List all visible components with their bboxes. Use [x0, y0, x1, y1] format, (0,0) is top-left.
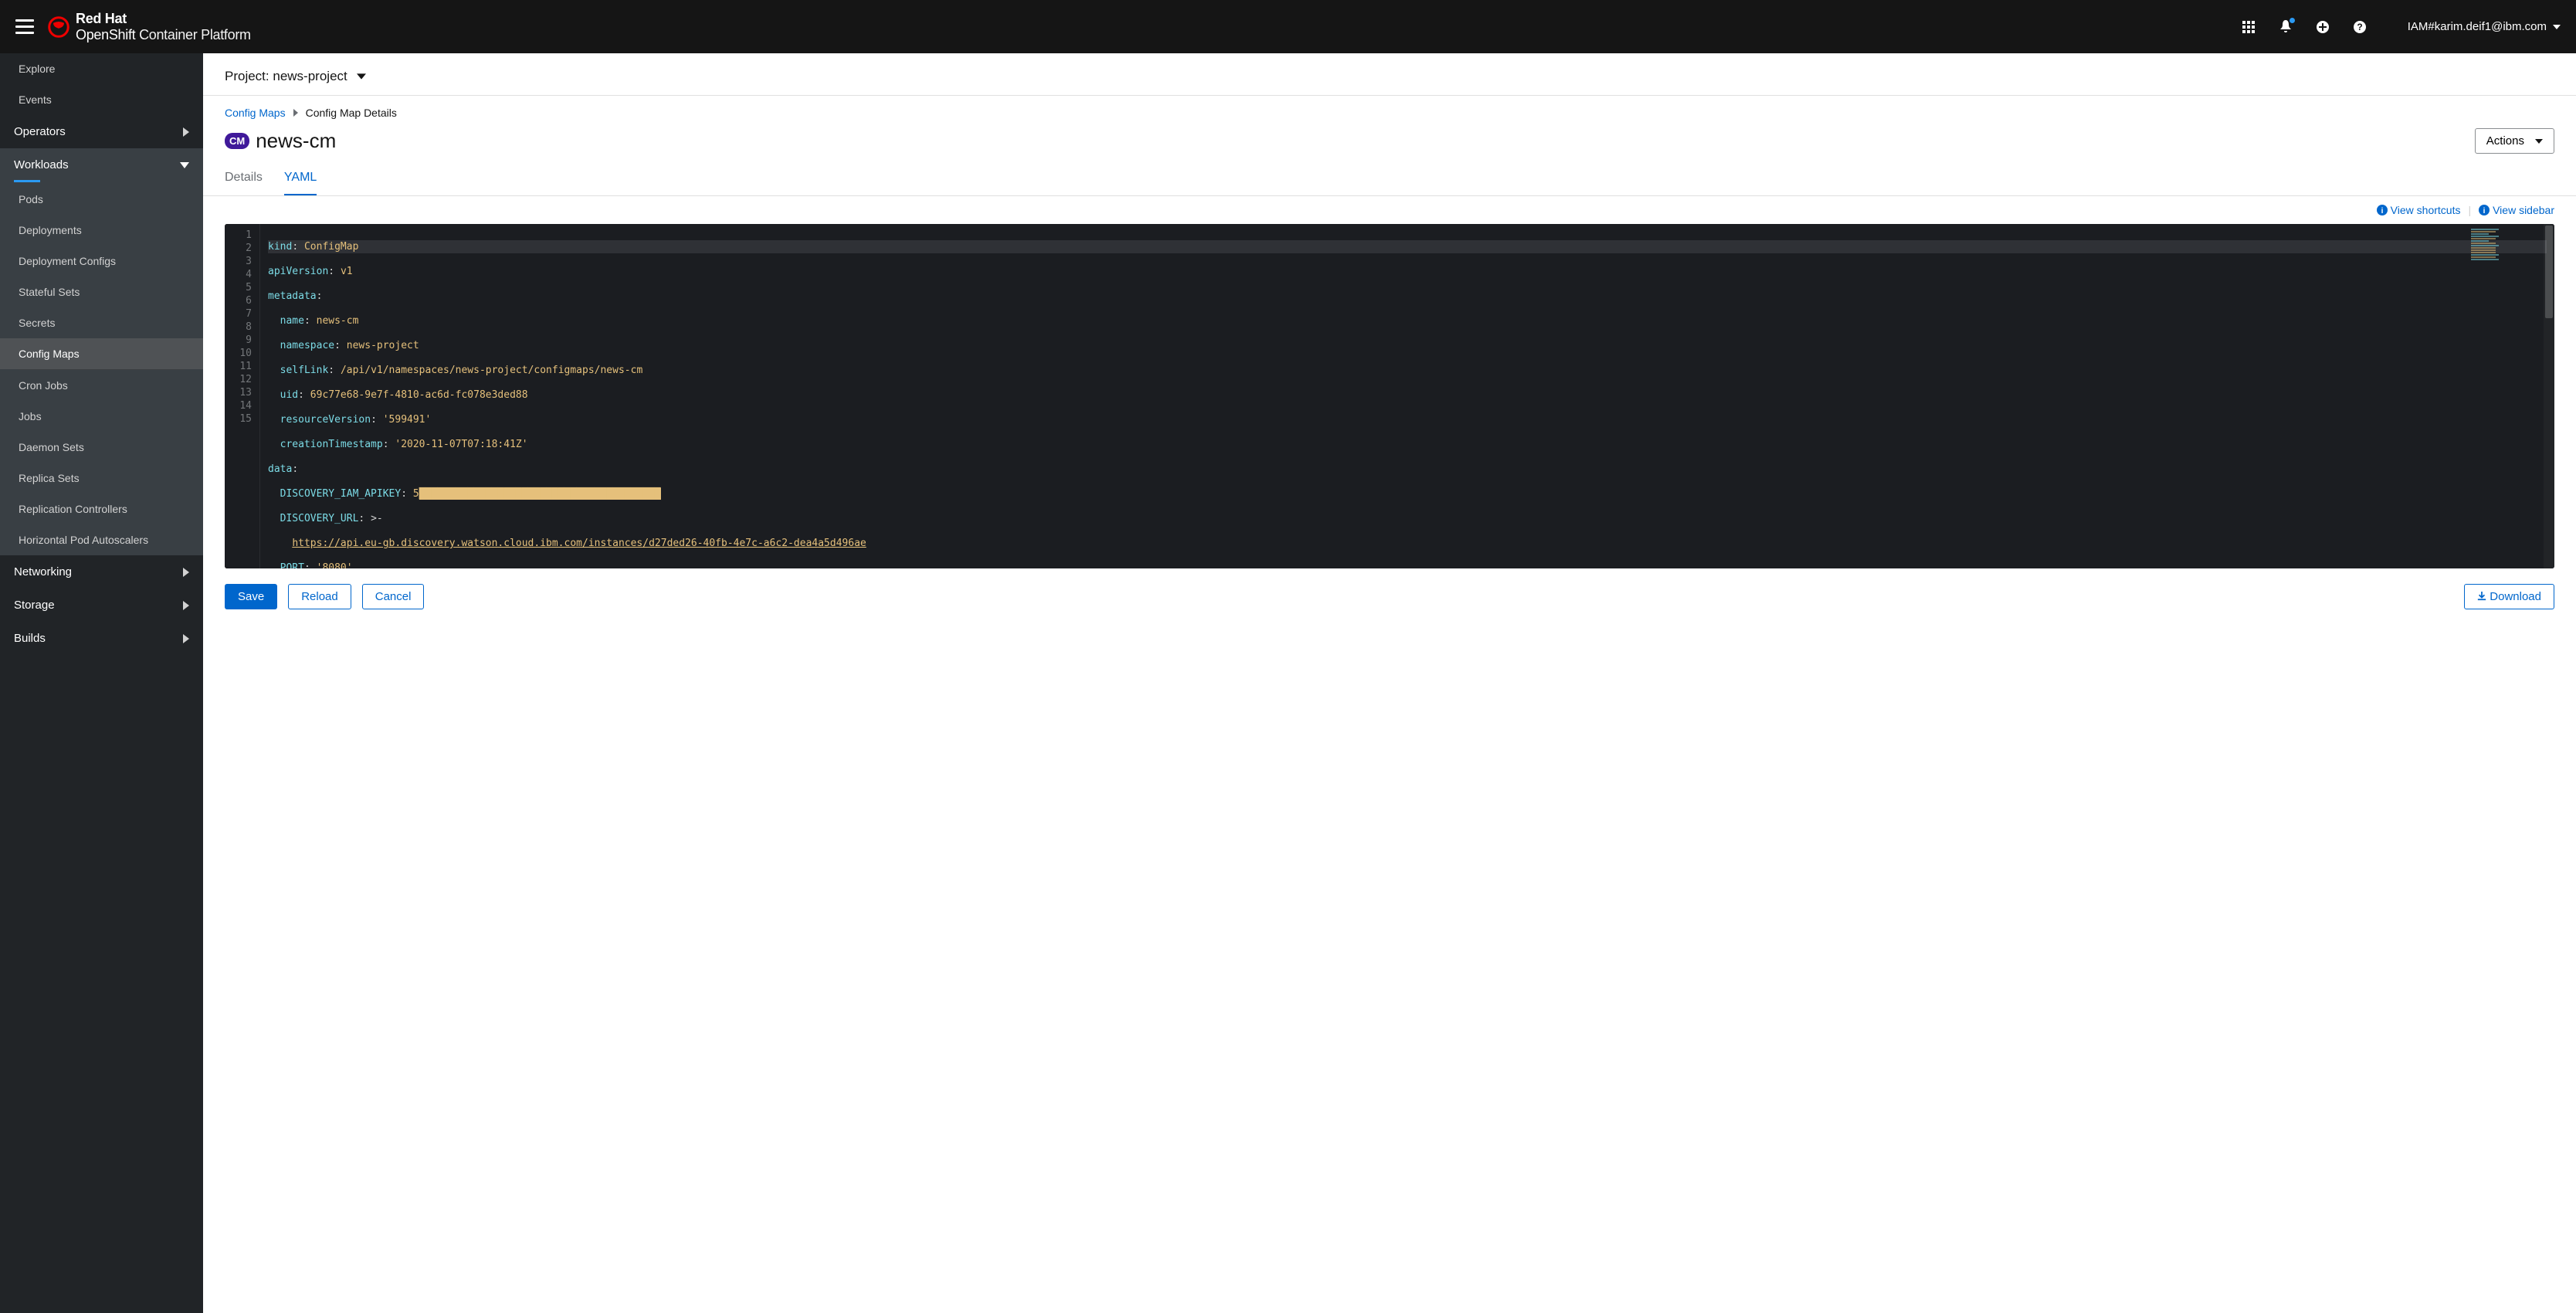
view-sidebar-link[interactable]: i View sidebar: [2479, 204, 2554, 216]
plus-circle-icon[interactable]: [2315, 19, 2330, 35]
resource-type-badge: CM: [225, 133, 249, 149]
chevron-right-icon: [183, 568, 189, 577]
redacted-apikey: ████████████████████████████████████████: [419, 488, 661, 500]
editor-gutter: 1 2 3 4 5 6 7 8 9 10 11 12 13 14 15: [225, 224, 260, 568]
sidebar-item-replica-sets[interactable]: Replica Sets: [0, 463, 203, 494]
actions-label: Actions: [2486, 134, 2524, 148]
notification-dot: [2289, 17, 2296, 24]
sidebar-operators-label: Operators: [14, 125, 66, 138]
editor-toolbar: i View shortcuts | i View sidebar: [203, 196, 2576, 224]
breadcrumb-parent[interactable]: Config Maps: [225, 107, 286, 119]
tab-yaml[interactable]: YAML: [284, 171, 317, 195]
svg-text:?: ?: [2357, 22, 2362, 32]
reload-button[interactable]: Reload: [288, 584, 351, 609]
sidebar-item-deployment-configs[interactable]: Deployment Configs: [0, 246, 203, 277]
sidebar-workloads-label: Workloads: [14, 158, 69, 171]
sidebar-section-builds[interactable]: Builds: [0, 622, 203, 655]
sidebar: Explore Events Operators Workloads Pods …: [0, 53, 203, 1313]
sidebar-builds-label: Builds: [14, 632, 46, 645]
chevron-down-icon: [180, 162, 189, 168]
apps-grid-icon[interactable]: [2241, 19, 2256, 35]
sidebar-section-workloads[interactable]: Workloads: [0, 148, 203, 182]
project-selector[interactable]: Project: news-project: [203, 53, 2576, 96]
svg-text:i: i: [2381, 207, 2383, 215]
editor-scrollbar[interactable]: [2544, 224, 2554, 568]
sidebar-item-config-maps[interactable]: Config Maps: [0, 338, 203, 369]
sidebar-item-replication-controllers[interactable]: Replication Controllers: [0, 494, 203, 524]
actions-dropdown[interactable]: Actions: [2475, 128, 2554, 154]
tabs: Details YAML: [203, 154, 2576, 196]
breadcrumb-current: Config Map Details: [306, 107, 397, 119]
sidebar-section-storage[interactable]: Storage: [0, 589, 203, 622]
sidebar-item-stateful-sets[interactable]: Stateful Sets: [0, 277, 203, 307]
brand-openshift: OpenShift: [76, 27, 135, 42]
resource-name: news-cm: [256, 129, 336, 153]
main-content: Project: news-project Config Maps Config…: [203, 53, 2576, 1313]
toolbar-divider: |: [2468, 204, 2471, 216]
sidebar-item-deployments[interactable]: Deployments: [0, 215, 203, 246]
brand-redhat: Red Hat: [76, 11, 127, 26]
chevron-right-icon: [183, 601, 189, 610]
brand-logo[interactable]: Red Hat OpenShift Container Platform: [48, 11, 251, 43]
view-shortcuts-link[interactable]: i View shortcuts: [2377, 204, 2461, 216]
save-button[interactable]: Save: [225, 584, 277, 609]
user-menu[interactable]: IAM#karim.deif1@ibm.com: [2408, 20, 2561, 33]
brand-container-platform: Container Platform: [139, 27, 251, 42]
chevron-right-icon: [183, 634, 189, 643]
nav-toggle-button[interactable]: [15, 18, 34, 36]
info-icon: i: [2377, 205, 2388, 215]
chevron-right-icon: [183, 127, 189, 137]
sidebar-item-secrets[interactable]: Secrets: [0, 307, 203, 338]
user-name: IAM#karim.deif1@ibm.com: [2408, 20, 2547, 33]
chevron-down-icon: [357, 73, 366, 80]
redhat-logo-icon: [48, 16, 69, 38]
sidebar-item-daemon-sets[interactable]: Daemon Sets: [0, 432, 203, 463]
sidebar-item-events[interactable]: Events: [0, 84, 203, 115]
view-sidebar-label: View sidebar: [2493, 204, 2554, 216]
sidebar-item-pods[interactable]: Pods: [0, 184, 203, 215]
download-label: Download: [2490, 590, 2541, 603]
masthead: Red Hat OpenShift Container Platform ? I…: [0, 0, 2576, 53]
view-shortcuts-label: View shortcuts: [2391, 204, 2461, 216]
chevron-down-icon: [2535, 139, 2543, 144]
yaml-editor[interactable]: 1 2 3 4 5 6 7 8 9 10 11 12 13 14 15 kind…: [225, 224, 2554, 568]
info-icon: i: [2479, 205, 2490, 215]
resource-title: CM news-cm: [225, 129, 336, 153]
sidebar-item-jobs[interactable]: Jobs: [0, 401, 203, 432]
bottom-action-bar: Save Reload Cancel Download: [203, 568, 2576, 625]
sidebar-section-networking[interactable]: Networking: [0, 555, 203, 589]
chevron-down-icon: [2553, 25, 2561, 29]
svg-text:i: i: [2483, 207, 2486, 215]
breadcrumb: Config Maps Config Map Details: [203, 96, 2576, 119]
download-icon: [2477, 592, 2486, 601]
project-label: Project: news-project: [225, 69, 347, 84]
tab-details[interactable]: Details: [225, 171, 263, 195]
sidebar-item-cron-jobs[interactable]: Cron Jobs: [0, 370, 203, 401]
sidebar-item-explore[interactable]: Explore: [0, 53, 203, 84]
sidebar-storage-label: Storage: [14, 599, 55, 612]
workloads-accent: [14, 180, 40, 182]
sidebar-item-hpa[interactable]: Horizontal Pod Autoscalers: [0, 524, 203, 555]
editor-code[interactable]: kind: ConfigMap apiVersion: v1 metadata:…: [260, 224, 2554, 568]
download-button[interactable]: Download: [2464, 584, 2554, 609]
bell-icon[interactable]: [2278, 19, 2293, 35]
chevron-right-icon: [293, 109, 298, 117]
cancel-button[interactable]: Cancel: [362, 584, 425, 609]
sidebar-section-operators[interactable]: Operators: [0, 115, 203, 148]
sidebar-networking-label: Networking: [14, 565, 72, 578]
help-icon[interactable]: ?: [2352, 19, 2368, 35]
